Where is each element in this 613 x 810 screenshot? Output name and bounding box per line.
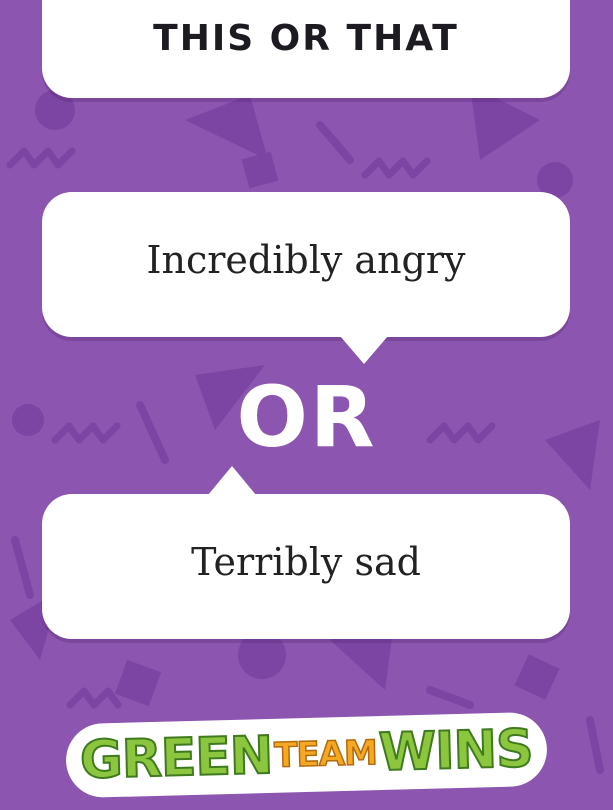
option-b-pointer [208, 466, 256, 495]
page-title: THIS OR THAT [153, 18, 459, 59]
dash-shape [11, 536, 34, 599]
logo-badge: GREENTEAMWINS [65, 711, 548, 799]
brand-logo: GREENTEAMWINS [0, 711, 613, 799]
logo-word-team: TEAM [273, 732, 378, 776]
option-a-text: Incredibly angry [146, 238, 466, 282]
dash-shape [316, 121, 354, 164]
dash-shape [426, 686, 474, 709]
square-shape [514, 654, 560, 700]
logo-word-wins: WINS [377, 718, 534, 784]
zigzag-shape [66, 687, 122, 709]
zigzag-shape [6, 147, 76, 169]
square-shape [114, 659, 162, 707]
option-a-card[interactable]: Incredibly angry [42, 192, 570, 337]
title-card: THIS OR THAT [42, 0, 570, 98]
square-shape [241, 151, 279, 189]
option-a-pointer [340, 336, 388, 364]
or-separator: OR [236, 368, 377, 466]
option-b-card[interactable]: Terribly sad [42, 494, 570, 639]
option-b-text: Terribly sad [191, 540, 421, 584]
zigzag-shape [361, 157, 431, 179]
triangle-shape [185, 95, 268, 160]
logo-word-green: GREEN [79, 725, 275, 792]
